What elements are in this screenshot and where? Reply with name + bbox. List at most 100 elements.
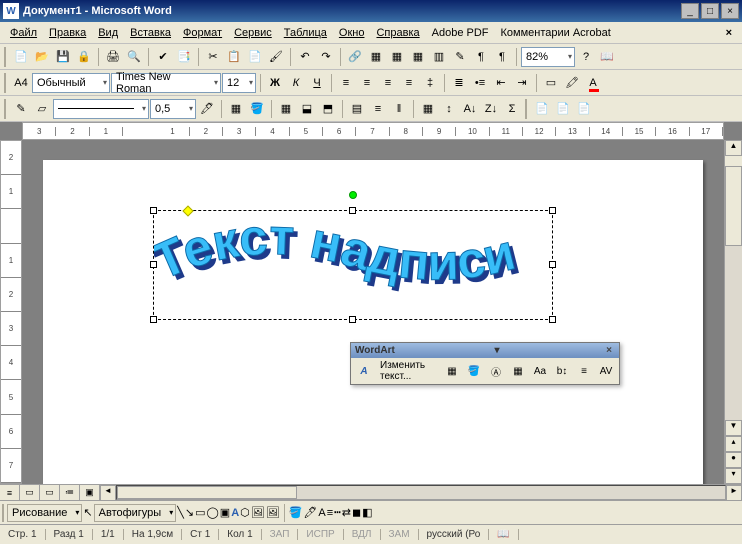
text-wrapping-icon[interactable]: ▦ <box>508 361 528 381</box>
resize-handle-s[interactable] <box>349 316 356 323</box>
autoshapes-menu[interactable]: Автофигуры <box>94 504 177 522</box>
zoom-combo[interactable]: 82% <box>521 47 575 67</box>
char-spacing-icon[interactable]: AV <box>596 361 616 381</box>
line-icon[interactable]: ╲ <box>177 506 184 519</box>
print-icon[interactable]: 🖨 <box>103 47 123 67</box>
align-cell-icon[interactable]: ▤ <box>347 99 367 119</box>
underline-button[interactable]: Ч <box>307 73 327 93</box>
textbox-icon[interactable]: ▣ <box>220 506 230 519</box>
autosum-icon[interactable]: Σ <box>502 99 522 119</box>
status-ovr[interactable]: ЗАМ <box>381 529 419 540</box>
outline-view-icon[interactable]: ≔ <box>60 485 80 500</box>
rotate-handle[interactable] <box>349 191 357 199</box>
resize-handle-w[interactable] <box>150 261 157 268</box>
print-preview-icon[interactable]: 🔍 <box>124 47 144 67</box>
cut-icon[interactable]: ✂ <box>203 47 223 67</box>
toolbar-grip[interactable] <box>525 99 529 119</box>
browse-object-icon[interactable]: ● <box>725 452 742 468</box>
status-trk[interactable]: ИСПР <box>298 529 343 540</box>
minimize-button[interactable]: _ <box>681 3 699 19</box>
font-combo[interactable]: Times New Roman <box>111 73 221 93</box>
insert-table-icon[interactable]: ▦ <box>387 47 407 67</box>
close-button[interactable]: × <box>721 3 739 19</box>
scroll-up-icon[interactable]: ▲ <box>725 140 742 156</box>
next-page-icon[interactable]: ▾ <box>725 468 742 484</box>
style-combo[interactable]: Обычный <box>32 73 110 93</box>
toolbar-grip[interactable] <box>2 504 6 522</box>
menu-file[interactable]: Файл <box>4 25 43 41</box>
alignment-icon[interactable]: ≡ <box>574 361 594 381</box>
shadow-icon[interactable]: ◼ <box>352 506 361 519</box>
menu-adobe-pdf[interactable]: Adobe PDF <box>426 25 495 41</box>
status-language[interactable]: русский (Ро <box>419 529 490 540</box>
align-right-icon[interactable]: ≡ <box>378 73 398 93</box>
wordart-toolbar-title[interactable]: WordArt ▾ × <box>351 343 619 358</box>
menu-edit[interactable]: Правка <box>43 25 92 41</box>
toolbar-grip[interactable] <box>4 73 8 93</box>
dash-style-icon[interactable]: ┅ <box>334 506 341 519</box>
resize-handle-sw[interactable] <box>150 316 157 323</box>
sort-asc-icon[interactable]: A↓ <box>460 99 480 119</box>
reading-layout-icon[interactable]: ▣ <box>80 485 100 500</box>
line-style-icon[interactable]: ≡ <box>327 507 333 519</box>
doc-map-icon[interactable]: ¶ <box>471 47 491 67</box>
page[interactable]: Текст надписи Текст надписи <box>43 160 703 484</box>
copy-icon[interactable]: 📋 <box>224 47 244 67</box>
resize-handle-nw[interactable] <box>150 207 157 214</box>
sort-desc-icon[interactable]: Z↓ <box>481 99 501 119</box>
distribute-cols-icon[interactable]: ‖ <box>389 99 409 119</box>
hyperlink-icon[interactable]: 🔗 <box>345 47 365 67</box>
redo-icon[interactable]: ↷ <box>316 47 336 67</box>
ruler-horizontal[interactable]: 321 1234 5678 9101112 1314151617 <box>22 122 724 140</box>
normal-view-icon[interactable]: ≡ <box>0 485 20 500</box>
scroll-thumb[interactable] <box>725 166 742 246</box>
numbering-icon[interactable]: ≣ <box>449 73 469 93</box>
toolbar-grip[interactable] <box>4 47 8 67</box>
borders-icon[interactable]: ▭ <box>541 73 561 93</box>
hscroll-thumb[interactable] <box>117 486 297 499</box>
hscroll-track[interactable] <box>116 485 726 500</box>
arrow-icon[interactable]: ↘ <box>185 506 194 519</box>
insert-wordart-icon[interactable]: A <box>231 507 239 519</box>
research-icon[interactable]: 📑 <box>174 47 194 67</box>
spelling-icon[interactable]: ✔ <box>153 47 173 67</box>
pdf-review-icon[interactable]: 📄 <box>553 99 573 119</box>
drawing-menu[interactable]: Рисование <box>7 504 82 522</box>
paste-icon[interactable]: 📄 <box>245 47 265 67</box>
menu-close-document[interactable]: × <box>720 25 738 41</box>
shading-color-icon[interactable]: 🪣 <box>247 99 267 119</box>
page-viewport[interactable]: Текст надписи Текст надписи <box>22 140 724 484</box>
resize-handle-se[interactable] <box>549 316 556 323</box>
format-painter-icon[interactable]: 🖌 <box>266 47 286 67</box>
line-weight-combo[interactable]: 0,5 <box>150 99 196 119</box>
align-left-icon[interactable]: ≡ <box>336 73 356 93</box>
tables-borders-icon[interactable]: ▦ <box>366 47 386 67</box>
eraser-icon[interactable]: ▱ <box>32 99 52 119</box>
decrease-indent-icon[interactable]: ⇤ <box>491 73 511 93</box>
font-color2-icon[interactable]: A <box>318 507 325 519</box>
scroll-down-icon[interactable]: ▼ <box>725 420 742 436</box>
status-rec[interactable]: ЗАП <box>262 529 299 540</box>
same-height-icon[interactable]: Aa <box>530 361 550 381</box>
menu-tools[interactable]: Сервис <box>228 25 278 41</box>
status-spelling-icon[interactable]: 📖 <box>489 529 518 540</box>
vertical-text-icon[interactable]: b↕ <box>552 361 572 381</box>
open-icon[interactable]: 📂 <box>32 47 52 67</box>
line-style-combo[interactable] <box>53 99 149 119</box>
wordart-toolbar-options-icon[interactable]: ▾ <box>494 345 499 356</box>
excel-icon[interactable]: ▦ <box>408 47 428 67</box>
wordart-shape-icon[interactable]: Ⓐ <box>486 361 506 381</box>
diagram-icon[interactable]: ⬡ <box>240 506 250 519</box>
web-layout-icon[interactable]: ▭ <box>20 485 40 500</box>
line-color-icon[interactable]: 🖊 <box>303 506 317 519</box>
text-direction-icon[interactable]: ↕ <box>439 99 459 119</box>
oval-icon[interactable]: ◯ <box>206 506 218 519</box>
show-hide-icon[interactable]: ¶ <box>492 47 512 67</box>
wordart-gallery-icon[interactable]: ▦ <box>442 361 462 381</box>
highlight-icon[interactable]: 🖍 <box>562 73 582 93</box>
distribute-rows-icon[interactable]: ≡ <box>368 99 388 119</box>
scroll-track[interactable] <box>725 246 742 420</box>
drawing-toggle-icon[interactable]: ✎ <box>450 47 470 67</box>
resize-handle-e[interactable] <box>549 261 556 268</box>
wordart-toolbar-close-icon[interactable]: × <box>603 345 615 356</box>
